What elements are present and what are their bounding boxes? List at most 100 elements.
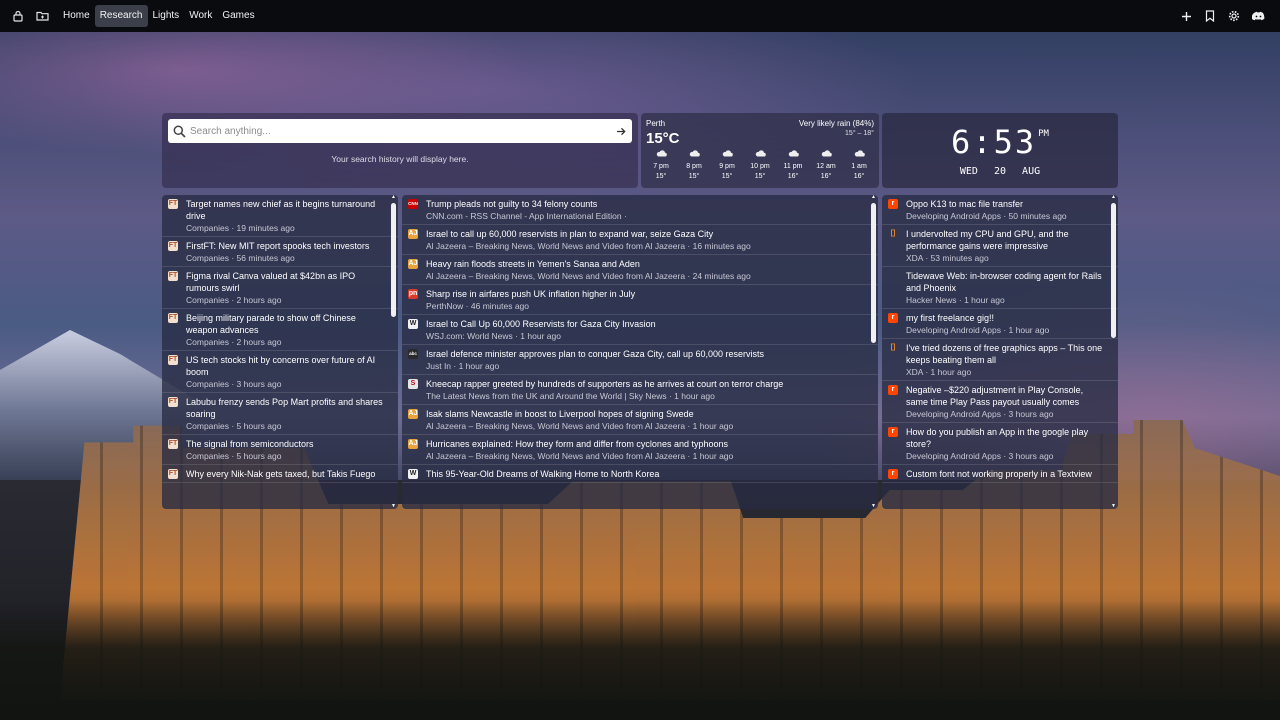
feed-item-title[interactable]: Heavy rain floods streets in Yemen's San… (426, 258, 864, 270)
feed-item[interactable]: pn Sharp rise in airfares push UK inflati… (402, 285, 878, 315)
source-favicon-icon: AJ (408, 229, 418, 239)
feed-item-body: Isak slams Newcastle in boost to Liverpo… (426, 408, 864, 432)
feed-item-meta: The Latest News from the UK and Around t… (426, 391, 715, 401)
feed-item-title[interactable]: Why every Nik-Nak gets taxed, but Takis … (186, 468, 384, 480)
feed-item-title[interactable]: How do you publish an App in the google … (906, 426, 1104, 450)
weather-hour-temp: 15° (688, 173, 700, 180)
feed-item-title[interactable]: Labubu frenzy sends Pop Mart profits and… (186, 396, 384, 420)
feed-item[interactable]: [] I've tried dozens of free graphics app… (882, 339, 1118, 381)
feed-item-body: Figma rival Canva valued at $42bn as IPO… (186, 270, 384, 306)
feed-item-title[interactable]: Hurricanes explained: How they form and … (426, 438, 864, 450)
feed-item-title[interactable]: Beijing military parade to show off Chin… (186, 312, 384, 336)
feed-item-title[interactable]: I've tried dozens of free graphics apps … (906, 342, 1104, 366)
nav-link-lights[interactable]: Lights (148, 5, 185, 27)
scroll-thumb[interactable] (871, 203, 876, 343)
feed-item-meta: Al Jazeera – Breaking News, World News a… (426, 421, 734, 431)
feed-item-body: Israel to Call Up 60,000 Reservists for … (426, 318, 864, 342)
scroll-up-arrow-icon[interactable]: ▲ (871, 195, 876, 200)
feed-item[interactable]: FT Why every Nik-Nak gets taxed, but Taki… (162, 465, 398, 483)
scrollbar[interactable]: ▲ ▼ (871, 195, 876, 509)
gear-icon[interactable] (1222, 4, 1246, 28)
feed-item[interactable]: FT Figma rival Canva valued at $42bn as I… (162, 267, 398, 309)
feed-item-title[interactable]: Oppo K13 to mac file transfer (906, 198, 1104, 210)
discord-icon[interactable] (1246, 4, 1270, 28)
bookmark-icon[interactable] (1198, 4, 1222, 28)
feed-item[interactable]: r Custom font not working properly in a T… (882, 465, 1118, 483)
feed-item-title[interactable]: Tidewave Web: in-browser coding agent fo… (906, 270, 1104, 294)
feed-item[interactable]: FT The signal from semiconductors Companie… (162, 435, 398, 465)
scrollbar[interactable]: ▲ ▼ (1111, 195, 1116, 509)
feed-item[interactable]: Tidewave Web: in-browser coding agent fo… (882, 267, 1118, 309)
feed-item-title[interactable]: Target names new chief as it begins turn… (186, 198, 384, 222)
submit-arrow-icon[interactable] (610, 127, 632, 136)
feed-item-title[interactable]: Negative –$220 adjustment in Play Consol… (906, 384, 1104, 408)
weather-condition: Very likely rain (84%) (798, 119, 874, 128)
feed-item[interactable]: [] I undervolted my CPU and GPU, and the … (882, 225, 1118, 267)
scroll-down-arrow-icon[interactable]: ▼ (391, 504, 396, 509)
scroll-down-arrow-icon[interactable]: ▼ (871, 504, 876, 509)
search-input[interactable] (190, 125, 610, 137)
feed-item-title[interactable]: Custom font not working properly in a Te… (906, 468, 1104, 480)
feed-item[interactable]: S Kneecap rapper greeted by hundreds of s… (402, 375, 878, 405)
top-nav-bar: Home Research Lights Work Games (0, 0, 1280, 32)
feed-item[interactable]: r Oppo K13 to mac file transfer Developing… (882, 195, 1118, 225)
feed-item[interactable]: r Negative –$220 adjustment in Play Conso… (882, 381, 1118, 423)
feed-item-title[interactable]: Israel to Call Up 60,000 Reservists for … (426, 318, 864, 330)
feed-item-meta: Developing Android Apps · 50 minutes ago (906, 211, 1067, 221)
feed-item-title[interactable]: Isak slams Newcastle in boost to Liverpo… (426, 408, 864, 420)
feed-item[interactable]: W Israel to Call Up 60,000 Reservists for… (402, 315, 878, 345)
feed-item[interactable]: FT Labubu frenzy sends Pop Mart profits a… (162, 393, 398, 435)
scroll-thumb[interactable] (391, 203, 396, 317)
feed-item[interactable]: AJ Heavy rain floods streets in Yemen's S… (402, 255, 878, 285)
feed-item-title[interactable]: Israel to call up 60,000 reservists in p… (426, 228, 864, 240)
scroll-up-arrow-icon[interactable]: ▲ (391, 195, 396, 200)
nav-link-home[interactable]: Home (58, 5, 95, 27)
feed-item-meta: Al Jazeera – Breaking News, World News a… (426, 241, 751, 251)
plus-icon[interactable] (1174, 4, 1198, 28)
feed-item[interactable]: FT FirstFT: New MIT report spooks tech in… (162, 237, 398, 267)
weather-hour-time: 7 pm (653, 163, 669, 170)
feed-item[interactable]: AJ Isak slams Newcastle in boost to Liver… (402, 405, 878, 435)
folder-icon[interactable] (30, 4, 54, 28)
feed-column-right: r Oppo K13 to mac file transfer Developing… (882, 195, 1118, 509)
feed-item-body: I've tried dozens of free graphics apps … (906, 342, 1104, 378)
nav-link-games[interactable]: Games (217, 5, 259, 27)
feed-item-meta: Companies · 5 hours ago (186, 451, 282, 461)
feed-item-title[interactable]: my first freelance gig!! (906, 312, 1104, 324)
feed-item-title[interactable]: Sharp rise in airfares push UK inflation… (426, 288, 864, 300)
feed-item[interactable]: r How do you publish an App in the google… (882, 423, 1118, 465)
feed-item[interactable]: CNN Trump pleads not guilty to 34 felony … (402, 195, 878, 225)
feed-item-title[interactable]: This 95-Year-Old Dreams of Walking Home … (426, 468, 864, 480)
feed-item[interactable]: FT US tech stocks hit by concerns over fu… (162, 351, 398, 393)
source-favicon-icon: W (408, 469, 418, 479)
feed-item-title[interactable]: The signal from semiconductors (186, 438, 384, 450)
feed-item-title[interactable]: FirstFT: New MIT report spooks tech inve… (186, 240, 384, 252)
feed-item-body: The signal from semiconductors Companies … (186, 438, 384, 462)
feed-item[interactable]: FT Target names new chief as it begins tu… (162, 195, 398, 237)
nav-link-research[interactable]: Research (94, 5, 148, 27)
scroll-thumb[interactable] (1111, 203, 1116, 338)
feed-item-title[interactable]: Israel defence minister approves plan to… (426, 348, 864, 360)
feed-item[interactable]: W This 95-Year-Old Dreams of Walking Home… (402, 465, 878, 483)
feed-item-title[interactable]: Figma rival Canva valued at $42bn as IPO… (186, 270, 384, 294)
feed-item[interactable]: abc Israel defence minister approves plan… (402, 345, 878, 375)
feed-item-title[interactable]: I undervolted my CPU and GPU, and the pe… (906, 228, 1104, 252)
feed-item-meta: Hacker News · 1 hour ago (906, 295, 1005, 305)
lock-icon[interactable] (6, 4, 30, 28)
scroll-down-arrow-icon[interactable]: ▼ (1111, 504, 1116, 509)
feed-item-title[interactable]: US tech stocks hit by concerns over futu… (186, 354, 384, 378)
feed-item[interactable]: AJ Israel to call up 60,000 reservists in… (402, 225, 878, 255)
feed-item[interactable]: r my first freelance gig!! Developing Andr… (882, 309, 1118, 339)
feed-item-title[interactable]: Trump pleads not guilty to 34 felony cou… (426, 198, 864, 210)
scroll-up-arrow-icon[interactable]: ▲ (1111, 195, 1116, 200)
feed-item-meta: Companies · 5 hours ago (186, 421, 282, 431)
feed-item-title[interactable]: Kneecap rapper greeted by hundreds of su… (426, 378, 864, 390)
feed-item-body: Hurricanes explained: How they form and … (426, 438, 864, 462)
feed-item[interactable]: AJ Hurricanes explained: How they form an… (402, 435, 878, 465)
weather-city: Perth (646, 119, 666, 128)
nav-link-work[interactable]: Work (184, 5, 217, 27)
weather-temperature: 15°C (646, 130, 680, 147)
feed-item[interactable]: FT Beijing military parade to show off Ch… (162, 309, 398, 351)
feed-item-body: Oppo K13 to mac file transfer Developing … (906, 198, 1104, 222)
scrollbar[interactable]: ▲ ▼ (391, 195, 396, 509)
